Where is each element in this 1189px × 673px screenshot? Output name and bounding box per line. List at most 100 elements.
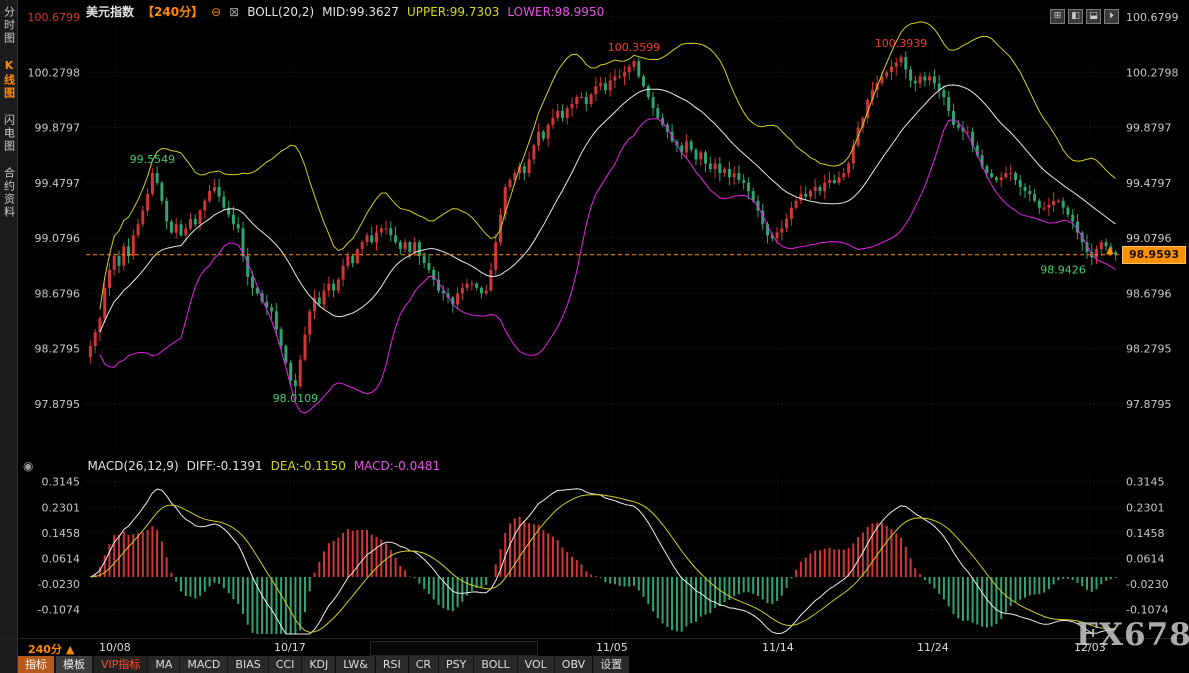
macd-tick-right: 0.2301 [1126, 501, 1165, 514]
settings-button[interactable]: 设置 [592, 656, 629, 673]
macd-diff-value: DIFF:-0.1391 [187, 459, 263, 473]
x-axis-date: 11/24 [917, 641, 949, 654]
price-tick-left: 100.2798 [28, 66, 81, 79]
macd-tick-right: -0.0230 [1126, 578, 1168, 591]
price-tick-left: 98.6796 [35, 287, 81, 300]
timeframe-arrow-icon: ▲ [66, 643, 74, 656]
collapse-indicator-icon[interactable]: ⊖ [211, 5, 221, 19]
macd-tick-right: -0.1074 [1126, 604, 1168, 617]
price-up-arrow-icon: ▲ [1106, 245, 1114, 256]
price-tick-right: 97.8795 [1126, 398, 1172, 411]
indicator-button-vol[interactable]: VOL [517, 656, 554, 673]
price-tick-right: 98.6796 [1126, 287, 1172, 300]
chart-header: 美元指数 【240分】 ⊖ ⊠ BOLL(20,2) MID:99.3627 U… [86, 5, 604, 19]
indicator-button-rsi[interactable]: RSI [375, 656, 408, 673]
timeframe-value: 240分 [28, 643, 62, 656]
grid-lines [86, 8, 1120, 634]
indicator-button-bias[interactable]: BIAS [227, 656, 267, 673]
macd-tick-left: -0.0230 [38, 578, 80, 591]
macd-header: ◉ MACD(26,12,9) DIFF:-0.1391 DEA:-0.1150… [23, 459, 440, 473]
price-tick-right: 100.6799 [1126, 11, 1179, 24]
macd-dea-line [90, 495, 1115, 633]
boll-lower-line [100, 119, 1116, 413]
symbol-title: 美元指数 [86, 5, 134, 19]
macd-tick-left: -0.1074 [38, 604, 80, 617]
candles [89, 51, 1117, 395]
price-tick-left: 99.8797 [35, 122, 81, 135]
boll-toggle-icon[interactable]: ⊠ [229, 5, 239, 19]
macd-tick-left: 0.0614 [42, 552, 81, 565]
price-annotations: 99.5549 100.3599 100.3939 98.0109 98.9426 [130, 37, 1086, 405]
toolbar-tab-vip-indicators[interactable]: VIP指标 [94, 656, 147, 673]
x-axis-date: 11/14 [762, 641, 794, 654]
x-axis-row: 240分 ▲ 10/0810/1711/0511/1411/2412/03 [0, 638, 1189, 657]
left-sidebar: 分时图 K线图闪电图合约资料 [0, 0, 18, 673]
bottom-toolbar: 指标模板VIP指标MAMACDBIASCCIKDJLW&RSICRPSYBOLL… [18, 656, 629, 673]
boll-upper-value: UPPER:99.7303 [407, 5, 499, 19]
sidebar-item-contract-info[interactable]: 合约资料 [1, 167, 17, 219]
watermark: FX678 [1076, 617, 1189, 653]
toolbar-tab-indicators[interactable]: 指标 [18, 656, 54, 673]
indicator-button-psy[interactable]: PSY [438, 656, 473, 673]
boll-upper-line [100, 22, 1116, 310]
period-label: 【240分】 [142, 5, 203, 19]
indicator-button-kdj[interactable]: KDJ [301, 656, 335, 673]
price-annotation: 100.3599 [608, 41, 661, 54]
h-scrollbar-thumb[interactable] [370, 641, 538, 656]
last-price-value: 98.9593 [1129, 248, 1179, 261]
panel-left-icon[interactable]: ◧ [1068, 9, 1083, 24]
panel-bottom-icon[interactable]: ⬓ [1086, 9, 1101, 24]
price-tick-left: 99.0796 [35, 232, 81, 245]
price-tick-left: 100.6799 [28, 11, 81, 24]
macd-tick-left: 0.3145 [42, 476, 81, 489]
macd-tick-left: 0.1458 [42, 527, 81, 540]
candlestick-chart[interactable]: 99.5549100.3599100.393998.010998.9426100… [0, 0, 1189, 656]
window-controls: ⊞◧⬓⏵ [1047, 3, 1119, 24]
macd-title: MACD(26,12,9) [87, 459, 178, 473]
price-tick-right: 100.2798 [1126, 66, 1179, 79]
indicator-button-ma[interactable]: MA [147, 656, 179, 673]
indicator-button-cci[interactable]: CCI [268, 656, 302, 673]
sidebar-item-flash-chart[interactable]: 闪电图 [1, 114, 17, 153]
x-axis-date: 10/08 [99, 641, 131, 654]
macd-tick-right: 0.1458 [1126, 527, 1165, 540]
macd-tick-right: 0.0614 [1126, 552, 1165, 565]
timeframe-selector[interactable]: 240分 ▲ [28, 641, 74, 657]
grid-layout-icon[interactable]: ⊞ [1050, 9, 1065, 24]
macd-tick-left: 0.2301 [42, 501, 81, 514]
price-annotation: 99.5549 [130, 153, 176, 166]
trading-terminal: 99.5549100.3599100.393998.010998.9426100… [0, 0, 1189, 673]
forward-icon[interactable]: ⏵ [1104, 9, 1119, 24]
macd-diff-line [90, 489, 1115, 634]
x-axis-date: 10/17 [274, 641, 306, 654]
axis-labels: 100.6799 100.6799 100.2798 100.2798 99.8797 9… [28, 11, 1179, 617]
boll-lower-value: LOWER:98.9950 [507, 5, 604, 19]
price-annotation: 98.9426 [1040, 263, 1086, 276]
indicator-button-macd[interactable]: MACD [179, 656, 227, 673]
price-annotation: 98.0109 [273, 392, 319, 405]
price-tick-right: 99.0796 [1126, 232, 1172, 245]
macd-macd-value: MACD:-0.0481 [354, 459, 440, 473]
price-tick-right: 98.2795 [1126, 343, 1172, 356]
indicator-button-lw[interactable]: LW& [335, 656, 375, 673]
sidebar-item-kline-chart[interactable]: K线图 [1, 59, 17, 100]
boll-mid-value: MID:99.3627 [322, 5, 399, 19]
price-tick-left: 99.4797 [35, 177, 81, 190]
macd-histogram [95, 517, 1115, 634]
indicator-button-boll[interactable]: BOLL [473, 656, 516, 673]
x-axis-date: 11/05 [596, 641, 628, 654]
boll-label: BOLL(20,2) [247, 5, 314, 19]
macd-tick-right: 0.3145 [1126, 476, 1165, 489]
price-tick-right: 99.4797 [1126, 177, 1172, 190]
price-tick-right: 99.8797 [1126, 122, 1172, 135]
price-annotation: 100.3939 [875, 37, 928, 50]
indicator-button-obv[interactable]: OBV [554, 656, 592, 673]
macd-dea-value: DEA:-0.1150 [271, 459, 346, 473]
price-tick-left: 97.8795 [35, 398, 81, 411]
pane-marker-icon[interactable]: ◉ [23, 459, 33, 473]
toolbar-tab-templates[interactable]: 模板 [56, 656, 92, 673]
sidebar-item-time-chart[interactable]: 分时图 [1, 6, 17, 45]
last-price-tag: 98.9593 [1122, 246, 1186, 264]
price-tick-left: 98.2795 [35, 343, 81, 356]
indicator-button-cr[interactable]: CR [408, 656, 438, 673]
